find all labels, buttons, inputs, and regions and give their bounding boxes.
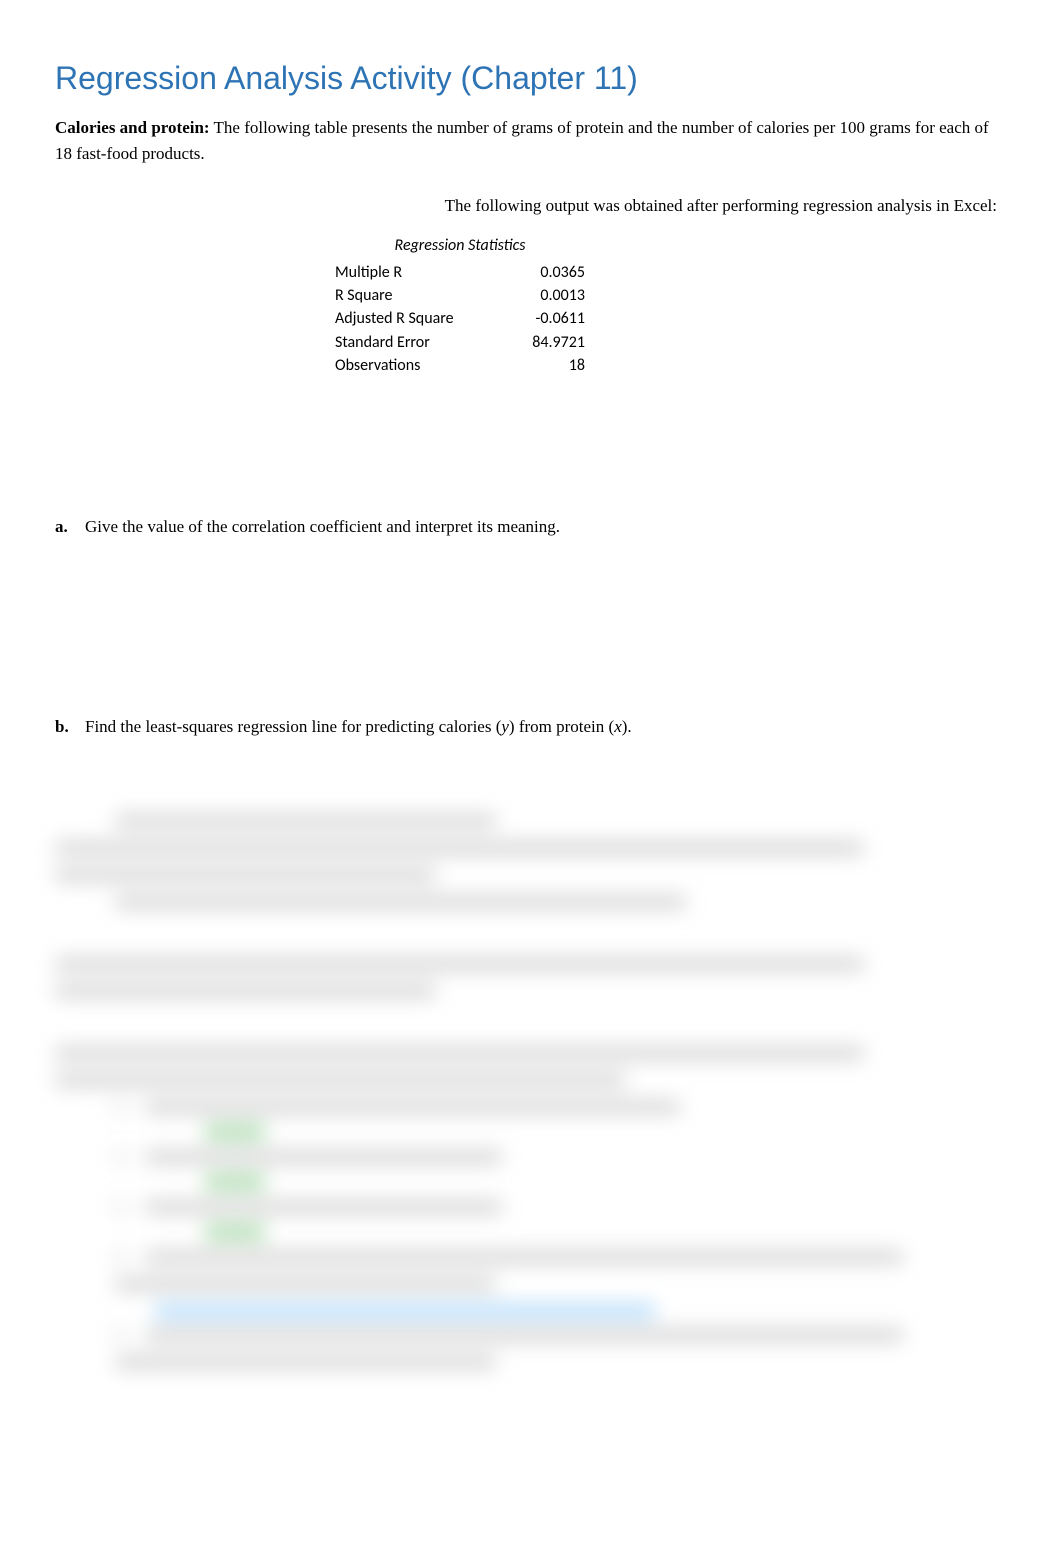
question-b-mid: ) from protein ( [509,717,614,736]
stats-label: Standard Error [335,331,430,354]
question-label: a. [55,517,85,537]
stats-row-std-error: Standard Error 84.9721 [335,331,585,354]
page-title: Regression Analysis Activity (Chapter 11… [55,60,1007,97]
stats-label: Observations [335,354,420,377]
excel-note: The following output was obtained after … [55,196,1007,216]
stats-value: 0.0365 [540,261,585,284]
stats-label: Adjusted R Square [335,307,454,330]
stats-header: Regression Statistics [335,236,585,255]
question-b-y: y [501,717,509,736]
blurred-content [55,800,1007,1556]
stats-row-multiple-r: Multiple R 0.0365 [335,261,585,284]
stats-value: 18 [569,354,585,377]
stats-value: 84.9721 [532,331,585,354]
stats-value: -0.0611 [536,307,585,330]
stats-row-r-square: R Square 0.0013 [335,284,585,307]
question-label: b. [55,717,85,737]
stats-row-adj-r-square: Adjusted R Square -0.0611 [335,307,585,330]
question-text: Find the least-squares regression line f… [85,717,1007,737]
question-b-x: x [614,717,622,736]
question-text: Give the value of the correlation coeffi… [85,517,1007,537]
intro-paragraph: Calories and protein: The following tabl… [55,115,1007,166]
stats-value: 0.0013 [540,284,585,307]
question-b-suffix: ). [622,717,632,736]
intro-lead: Calories and protein: [55,118,210,137]
question-a: a. Give the value of the correlation coe… [55,517,1007,537]
stats-label: Multiple R [335,261,402,284]
stats-label: R Square [335,284,392,307]
question-b-prefix: Find the least-squares regression line f… [85,717,501,736]
stats-row-observations: Observations 18 [335,354,585,377]
regression-stats-table: Regression Statistics Multiple R 0.0365 … [335,236,1007,377]
question-b: b. Find the least-squares regression lin… [55,717,1007,737]
